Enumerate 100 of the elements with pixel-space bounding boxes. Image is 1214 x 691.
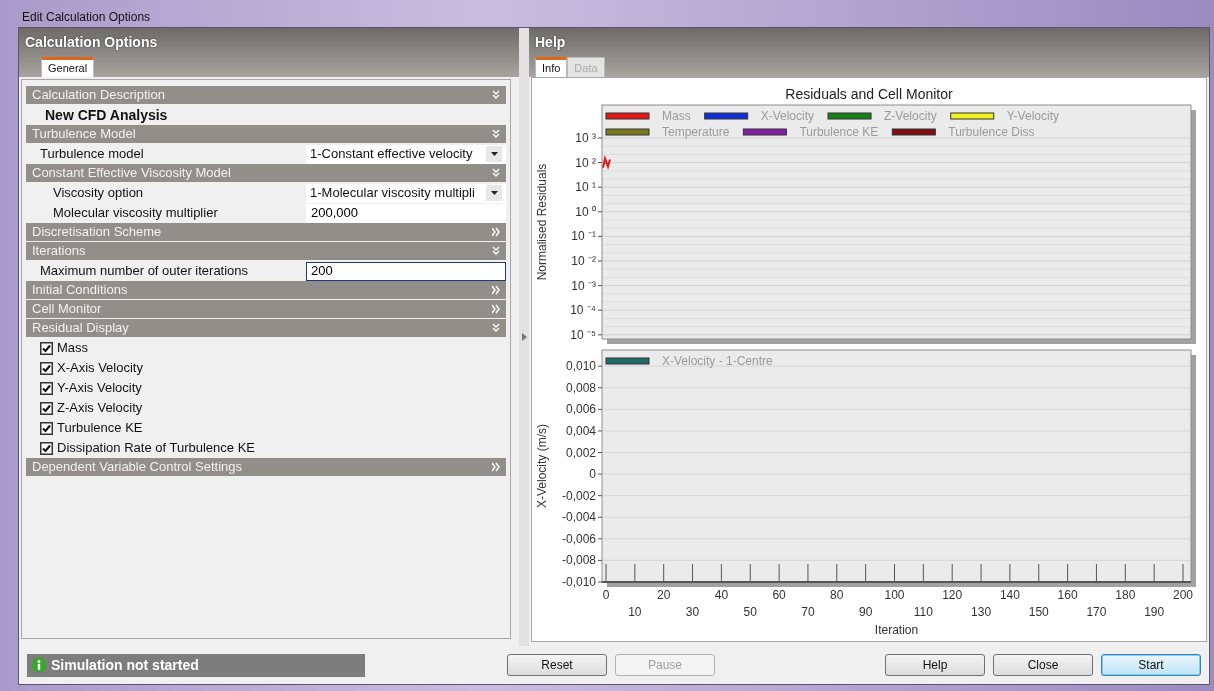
double-chevron-right-icon <box>492 285 501 295</box>
tab[interactable]: Info <box>535 57 568 77</box>
checkbox-label: Mass <box>57 339 89 358</box>
x-tick-label: 170 <box>1086 605 1107 619</box>
input-field[interactable]: 200,000 <box>306 203 507 223</box>
field-label: Viscosity option <box>53 184 145 203</box>
status-text: Simulation not started <box>51 655 199 675</box>
checkbox[interactable] <box>40 361 53 375</box>
tab[interactable]: General <box>41 57 95 77</box>
y-axis-label: Normalised Residuals <box>535 163 549 281</box>
y-tick-label: -0,008 <box>561 553 596 568</box>
x-tick-label: 200 <box>1173 588 1193 602</box>
panel-title: Help <box>535 34 566 50</box>
section-header[interactable]: Iterations <box>26 242 507 260</box>
y-tick-label: 0,010 <box>565 359 596 374</box>
y-tick-label: 10 ⁻⁴ <box>570 303 596 318</box>
x-tick-label: 50 <box>743 605 757 619</box>
x-tick-label: 0 <box>602 588 610 602</box>
section-header[interactable]: Dependent Variable Control Settings <box>26 458 507 476</box>
chart-title: Residuals and Cell Monitor <box>785 86 953 102</box>
double-chevron-right-icon <box>492 304 501 314</box>
y-tick-label: 0,004 <box>565 423 596 438</box>
y-tick-label: 0,002 <box>565 445 596 460</box>
y-axis-label: X-Velocity (m/s) <box>535 424 549 508</box>
checkbox[interactable] <box>40 441 53 455</box>
legend-label: X-Velocity <box>760 109 815 123</box>
double-chevron-right-icon <box>492 227 501 237</box>
double-chevron-down-icon <box>492 90 501 100</box>
double-chevron-down-icon <box>492 168 501 178</box>
input-field[interactable]: 200 <box>306 261 507 281</box>
dialog-button[interactable]: Start <box>1101 654 1201 676</box>
y-tick-label: -0,010 <box>561 575 596 589</box>
checkbox-label: X-Axis Velocity <box>57 359 143 378</box>
field-label: Maximum number of outer iterations <box>40 262 250 281</box>
field-label: Turbulence model <box>40 145 145 164</box>
section-header[interactable]: Initial Conditions <box>26 281 507 299</box>
residual-line <box>602 155 611 170</box>
x-tick-label: 120 <box>942 588 963 602</box>
section-header[interactable]: Residual Display <box>26 319 507 337</box>
x-tick-label: 180 <box>1115 588 1136 602</box>
x-tick-label: 10 <box>628 605 642 619</box>
checkbox[interactable] <box>40 341 53 355</box>
section-name: New CFD Analysis <box>44 105 168 125</box>
checkbox[interactable] <box>40 421 53 435</box>
dropdown-field[interactable]: 1-Constant effective velocity <box>306 144 507 164</box>
checkbox-label: Turbulence KE <box>57 419 143 438</box>
section-header[interactable]: Calculation Description <box>26 86 507 104</box>
checkbox-label: Y-Axis Velocity <box>57 379 142 398</box>
dropdown-field[interactable]: 1-Molecular viscosity multipli <box>306 183 507 203</box>
y-tick-label: 0,006 <box>565 402 596 417</box>
y-tick-label: 0,008 <box>565 380 596 395</box>
x-tick-label: 130 <box>971 605 992 619</box>
double-chevron-down-icon <box>492 246 501 256</box>
y-tick-label: 10 ³ <box>575 131 596 145</box>
section-header[interactable]: Turbulence Model <box>26 125 507 143</box>
splitter-handle[interactable] <box>519 28 529 646</box>
triangle-right-icon <box>521 333 527 341</box>
y-tick-label: 10 ⁻³ <box>571 278 596 293</box>
double-chevron-down-icon <box>492 323 501 333</box>
dialog-button[interactable]: Close <box>993 654 1093 676</box>
x-tick-label: 160 <box>1057 588 1078 602</box>
caret-icon <box>490 152 498 156</box>
y-tick-label: 10 ⁰ <box>575 204 596 219</box>
x-tick-label: 100 <box>884 588 905 602</box>
double-chevron-down-icon <box>492 129 501 139</box>
field-label: Molecular viscosity multiplier <box>53 204 219 223</box>
x-tick-label: 70 <box>801 605 815 619</box>
y-tick-label: -0,006 <box>561 531 596 546</box>
x-tick-label: 110 <box>913 605 933 619</box>
y-tick-label: -0,002 <box>561 488 596 503</box>
y-tick-label: 10 ⁻¹ <box>571 229 596 244</box>
checkbox-label: Dissipation Rate of Turbulence KE <box>57 439 255 458</box>
x-tick-label: 30 <box>685 605 700 619</box>
y-tick-label: 10 ⁻⁵ <box>570 327 596 342</box>
section-header[interactable]: Discretisation Scheme <box>26 223 507 241</box>
checkbox[interactable] <box>40 381 53 395</box>
tab[interactable]: Data <box>567 57 605 77</box>
dialog-button[interactable]: Help <box>885 654 985 676</box>
y-tick-label: 10 ¹ <box>575 180 596 195</box>
legend-label: Turbulence KE <box>799 125 879 139</box>
window-title: Edit Calculation Options <box>22 10 151 24</box>
x-tick-label: 140 <box>999 588 1020 602</box>
x-tick-label: 150 <box>1028 605 1049 619</box>
legend-label: Mass <box>662 109 691 123</box>
x-tick-label: 90 <box>858 605 873 619</box>
dialog-button[interactable]: Reset <box>507 654 607 676</box>
checkbox[interactable] <box>40 401 53 415</box>
caret-icon <box>490 191 498 195</box>
x-axis-label: Iteration <box>874 623 919 637</box>
x-tick-label: 40 <box>714 588 729 602</box>
y-tick-label: 10 ⁻² <box>571 254 596 268</box>
legend-label: Z-Velocity <box>884 109 937 123</box>
legend-label: Temperature <box>662 125 730 139</box>
double-chevron-right-icon <box>492 462 501 472</box>
y-tick-label: -0,004 <box>561 510 596 525</box>
x-tick-label: 190 <box>1144 605 1165 619</box>
section-header[interactable]: Cell Monitor <box>26 300 507 318</box>
legend-label: Y-Velocity <box>1006 109 1059 123</box>
section-header[interactable]: Constant Effective Viscosity Model <box>26 164 507 182</box>
legend-label: Turbulence Diss <box>948 125 1035 139</box>
